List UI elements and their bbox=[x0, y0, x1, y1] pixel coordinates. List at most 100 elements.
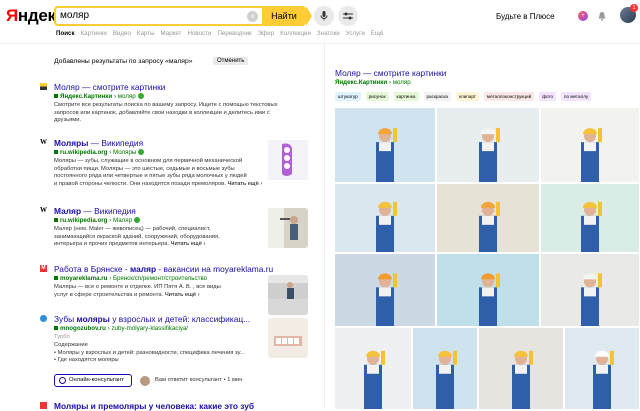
image-thumbnail[interactable] bbox=[541, 108, 639, 182]
chat-icon bbox=[59, 377, 66, 384]
tab-services[interactable]: Услуги bbox=[346, 30, 365, 40]
read-more-link[interactable]: Читать ещё › bbox=[165, 292, 200, 298]
read-more-link[interactable]: Читать ещё › bbox=[171, 241, 206, 247]
result-snippet: Маляры — все о ремонте и отделке. ИП Пят… bbox=[54, 284, 221, 298]
related-query-chip[interactable]: картинка bbox=[393, 92, 419, 101]
panel-url[interactable]: Яндекс.Картинки › моляр bbox=[335, 79, 411, 86]
lock-icon bbox=[54, 276, 58, 281]
result-title-link[interactable]: Моляр — смотрите картинки bbox=[54, 82, 165, 92]
turbo-badge: Турбо bbox=[54, 334, 70, 340]
notification-count-badge: 1 bbox=[630, 4, 638, 12]
result-thumbnail[interactable] bbox=[268, 318, 308, 358]
image-thumbnail[interactable] bbox=[335, 108, 435, 182]
related-query-chip[interactable]: штукатур bbox=[335, 92, 361, 101]
result-title-link[interactable]: Работа в Брянске - маляр - вакансии на m… bbox=[54, 264, 273, 274]
microphone-icon bbox=[320, 11, 328, 21]
result-snippet: Моляры — зубы, служащие в основном для п… bbox=[54, 158, 263, 187]
panel-title-link[interactable]: Моляр — смотрите картинки bbox=[335, 68, 446, 78]
result-title-link[interactable]: Моляры и премоляры у человека: какие это… bbox=[54, 401, 254, 411]
voice-search-button[interactable] bbox=[314, 6, 334, 26]
images-icon bbox=[40, 83, 47, 90]
corrected-term-link[interactable]: «маляр» bbox=[165, 58, 192, 65]
online-consultant-button[interactable]: Онлайн-консультант bbox=[54, 374, 132, 387]
related-query-chip[interactable]: рисунок bbox=[365, 92, 389, 101]
painter-photo bbox=[437, 184, 539, 252]
search-tabs: Поиск Картинки Видео Карты Маркет Новост… bbox=[56, 30, 389, 40]
result-snippet: Маляр (нем. Maler — живописец) — рабочий… bbox=[54, 226, 220, 248]
related-query-chip[interactable]: фото bbox=[539, 92, 557, 101]
painter-photo bbox=[437, 108, 539, 182]
tab-collections[interactable]: Коллекции bbox=[280, 30, 311, 40]
image-thumbnail[interactable] bbox=[541, 254, 639, 326]
filters-button[interactable] bbox=[338, 6, 358, 26]
tab-news[interactable]: Новости bbox=[187, 30, 211, 40]
bell-icon[interactable] bbox=[597, 11, 607, 21]
search-result: Моляр — смотрите картинки Яндекс.Картинк… bbox=[40, 82, 315, 132]
tab-more[interactable]: Ещё bbox=[371, 30, 384, 40]
result-snippet: Содержание • Моляры у взрослых и детей: р… bbox=[54, 342, 245, 364]
related-query-chip[interactable]: раскраска bbox=[423, 92, 451, 101]
image-thumbnail[interactable] bbox=[437, 184, 539, 252]
related-query-chip[interactable]: металлоконструкций bbox=[483, 92, 535, 101]
molar-teeth-image bbox=[268, 140, 308, 180]
teeth-image bbox=[268, 318, 308, 358]
sliders-icon bbox=[343, 12, 353, 20]
tab-images[interactable]: Картинки bbox=[81, 30, 107, 40]
result-title-link[interactable]: Моляры — Википедия bbox=[54, 138, 143, 148]
related-query-chip[interactable]: клипарт bbox=[456, 92, 479, 101]
result-thumbnail[interactable] bbox=[268, 208, 308, 248]
painter-photo bbox=[335, 328, 411, 409]
result-title-link[interactable]: Маляр — Википедия bbox=[54, 206, 136, 216]
related-query-chip[interactable]: по металлу bbox=[561, 92, 592, 101]
painter-photo bbox=[479, 328, 563, 409]
cancel-correction-button[interactable]: Отменить bbox=[213, 57, 249, 65]
plus-promo-link[interactable]: Будьте в Плюсе bbox=[496, 12, 555, 21]
search-query[interactable]: моляр bbox=[60, 10, 89, 21]
query-correction-note: Добавлены результаты по запросу «маляр» bbox=[54, 58, 193, 65]
image-thumbnail[interactable] bbox=[413, 328, 477, 409]
image-thumbnail[interactable] bbox=[335, 254, 435, 326]
image-thumbnail[interactable] bbox=[479, 328, 563, 409]
painter-photo bbox=[565, 328, 639, 409]
image-thumbnail[interactable] bbox=[437, 254, 539, 326]
tab-znatoki[interactable]: Знатоки bbox=[317, 30, 340, 40]
result-url[interactable]: ru.wikipedia.org › Маляр bbox=[54, 217, 141, 224]
image-thumbnail[interactable] bbox=[541, 184, 639, 252]
result-thumbnail[interactable] bbox=[268, 140, 308, 180]
tab-maps[interactable]: Карты bbox=[137, 30, 155, 40]
verified-icon bbox=[137, 93, 144, 100]
mnogozubov-icon bbox=[40, 315, 47, 322]
read-more-link[interactable]: Читать ещё › bbox=[228, 181, 263, 187]
search-result: Моляры и премоляры у человека: какие это… bbox=[40, 401, 315, 411]
image-thumbnail[interactable] bbox=[437, 108, 539, 182]
tab-efir[interactable]: Эфир bbox=[258, 30, 274, 40]
consultant-note: Вам ответит консультант • 1 мин bbox=[155, 377, 243, 383]
result-url[interactable]: mnogozubov.ru › zuby-molyary-klassifikac… bbox=[54, 325, 188, 332]
result-url[interactable]: moyareklama.ru › Брянск/сп/ремонт/строит… bbox=[54, 275, 207, 282]
clear-icon[interactable]: × bbox=[247, 11, 258, 22]
header: Яндекс моляр × Найти Будьте в Плюсе + 1 bbox=[0, 0, 640, 30]
tab-translator[interactable]: Переводчик bbox=[217, 30, 251, 40]
result-url[interactable]: ru.wikipedia.org › Моляры bbox=[54, 149, 145, 156]
search-button[interactable]: Найти bbox=[262, 6, 312, 26]
image-thumbnail[interactable] bbox=[335, 184, 435, 252]
image-thumbnail[interactable] bbox=[335, 328, 411, 409]
painter-image bbox=[268, 208, 308, 248]
result-snippet: Смотрите все результаты поиска по вашему… bbox=[54, 102, 278, 124]
lock-icon bbox=[54, 218, 58, 223]
result-title-link[interactable]: Зубы моляры у взрослых и детей: классифи… bbox=[54, 314, 250, 324]
result-thumbnail[interactable] bbox=[268, 275, 308, 315]
wikipedia-icon: W bbox=[40, 206, 47, 214]
wikipedia-icon: W bbox=[40, 138, 47, 146]
painter-photo bbox=[541, 108, 639, 182]
tab-search[interactable]: Поиск bbox=[56, 30, 75, 40]
tab-market[interactable]: Маркет bbox=[161, 30, 182, 40]
tab-video[interactable]: Видео bbox=[113, 30, 131, 40]
moyareklama-icon: М bbox=[40, 265, 47, 272]
result-url[interactable]: Яндекс.Картинки › моляр bbox=[54, 93, 144, 100]
plus-badge-icon: + bbox=[578, 11, 588, 21]
painter-photo bbox=[335, 184, 435, 252]
image-thumbnail[interactable] bbox=[565, 328, 639, 409]
lock-icon bbox=[54, 326, 58, 331]
verified-icon bbox=[134, 217, 141, 224]
